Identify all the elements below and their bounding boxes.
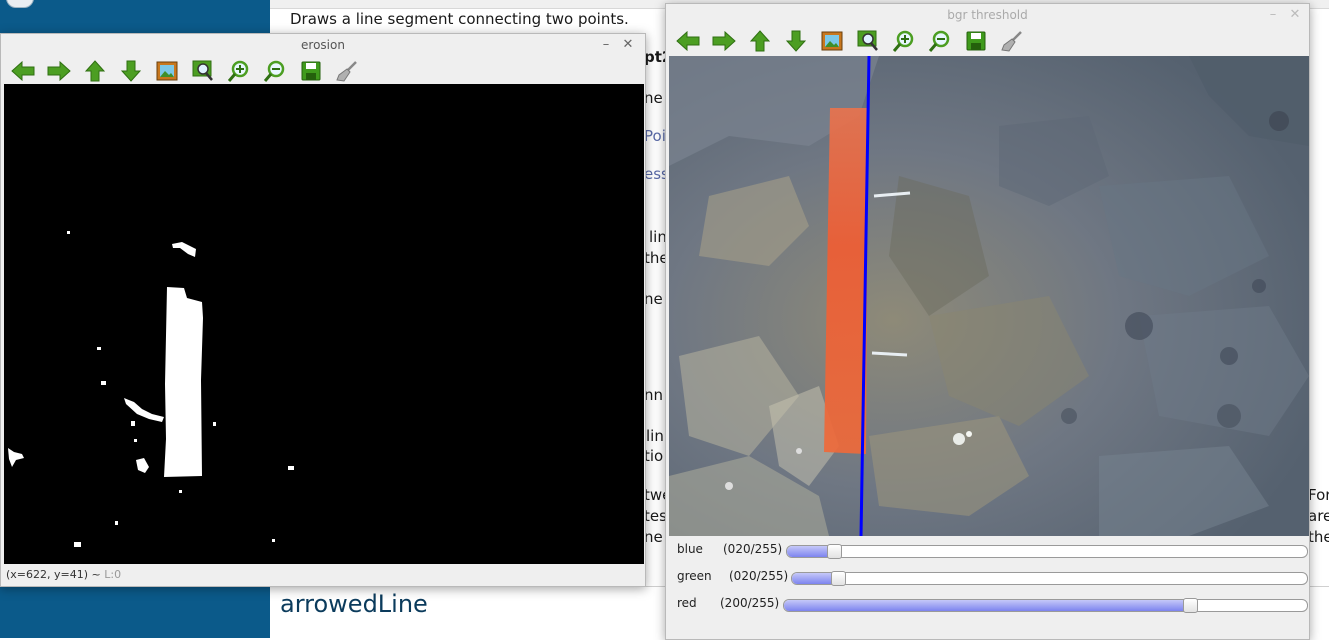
trackbar-slider[interactable]: [783, 598, 1308, 613]
floppy-disk-icon: [966, 31, 986, 51]
trackbar-label: red: [677, 596, 697, 610]
trackbar-slider[interactable]: [791, 571, 1308, 586]
arrow-down-icon: [121, 60, 141, 82]
pan-left-button[interactable]: [9, 58, 37, 84]
zoom-out-icon: [929, 30, 950, 52]
trackbar-red: red (200/255): [666, 592, 1308, 618]
pan-up-button[interactable]: [81, 58, 109, 84]
zoom-in-button[interactable]: [225, 58, 253, 84]
trackbar-blue: blue (020/255): [666, 538, 1308, 564]
erosion-mask: [4, 84, 644, 564]
trackbar-value: (200/255): [720, 596, 780, 610]
arrow-down-icon: [786, 30, 806, 52]
pan-right-button[interactable]: [710, 28, 738, 54]
erosion-toolbar: [1, 56, 645, 86]
section-heading: arrowedLine: [280, 590, 428, 618]
window-title: bgr threshold: [947, 8, 1028, 22]
trackbar-handle[interactable]: [831, 571, 846, 586]
save-button[interactable]: [297, 58, 325, 84]
trackbar-label: blue: [677, 542, 703, 556]
brush-icon: [336, 61, 357, 82]
zoom-out-button[interactable]: [261, 58, 289, 84]
doc-fragment: tes: [644, 507, 667, 525]
arrow-right-icon: [712, 31, 736, 51]
close-button[interactable]: ✕: [1288, 4, 1302, 26]
pan-down-button[interactable]: [117, 58, 145, 84]
trackbar-label: green: [677, 569, 712, 583]
status-bar: (x=622, y=41) ~ L:0: [6, 568, 121, 581]
pan-up-button[interactable]: [746, 28, 774, 54]
properties-button[interactable]: [998, 28, 1026, 54]
erosion-title-bar[interactable]: erosion – ✕: [1, 34, 645, 56]
doc-fragment: lin: [646, 427, 664, 445]
magnifier-image-icon: [192, 60, 213, 81]
doc-fragment: ne: [644, 290, 663, 308]
doc-link-fragment[interactable]: Poi: [644, 127, 666, 145]
arrow-up-icon: [750, 30, 770, 52]
pan-down-button[interactable]: [782, 28, 810, 54]
zoom-original-button[interactable]: [854, 28, 882, 54]
trackbar-value: (020/255): [729, 569, 789, 583]
doc-fragment: ne: [644, 89, 663, 107]
erosion-window: erosion – ✕ (x=622, y=41) ~ L:0: [0, 33, 646, 587]
doc-fragment: For: [1308, 486, 1329, 504]
magnifier-image-icon: [857, 30, 878, 51]
zoom-out-button[interactable]: [926, 28, 954, 54]
trackbar-slider[interactable]: [786, 544, 1308, 559]
trackbar-handle[interactable]: [827, 544, 842, 559]
zoom-in-icon: [893, 30, 914, 52]
zoom-out-icon: [264, 60, 285, 82]
close-button[interactable]: ✕: [621, 34, 635, 56]
minimize-button[interactable]: –: [1266, 4, 1280, 26]
doc-description: Draws a line segment connecting two poin…: [290, 10, 629, 28]
doc-fragment: nn: [644, 386, 664, 404]
image-icon: [156, 61, 178, 81]
doc-fragment: ne: [644, 528, 663, 546]
bgr-toolbar: [666, 26, 1309, 56]
floppy-disk-icon: [301, 61, 321, 81]
image-icon: [821, 31, 843, 51]
doc-fragment: are: [1308, 507, 1329, 525]
seabed-photo: [669, 56, 1309, 536]
trackbar-fill: [784, 600, 1190, 611]
pixel-level: L:0: [104, 568, 122, 581]
cursor-position: (x=622, y=41) ~: [6, 568, 101, 581]
arrow-left-icon: [676, 31, 700, 51]
pan-left-button[interactable]: [674, 28, 702, 54]
zoom-fit-button[interactable]: [818, 28, 846, 54]
trackbar-handle[interactable]: [1183, 598, 1198, 613]
arrow-right-icon: [47, 61, 71, 81]
bgr-threshold-window: bgr threshold – ✕ blue (020/255) green (…: [665, 3, 1310, 640]
brush-icon: [1001, 31, 1022, 52]
zoom-in-icon: [228, 60, 249, 82]
sidebar-toggle[interactable]: [6, 0, 34, 8]
doc-fragment: the: [1308, 528, 1329, 546]
trackbar-value: (020/255): [723, 542, 783, 556]
pan-right-button[interactable]: [45, 58, 73, 84]
window-title: erosion: [301, 38, 345, 52]
trackbar-green: green (020/255): [666, 565, 1308, 591]
doc-fragment: tio: [644, 447, 664, 465]
zoom-original-button[interactable]: [189, 58, 217, 84]
arrow-left-icon: [11, 61, 35, 81]
zoom-fit-button[interactable]: [153, 58, 181, 84]
bgr-image[interactable]: [669, 56, 1309, 536]
minimize-button[interactable]: –: [599, 34, 613, 56]
bgr-title-bar[interactable]: bgr threshold – ✕: [666, 4, 1309, 26]
zoom-in-button[interactable]: [890, 28, 918, 54]
properties-button[interactable]: [333, 58, 361, 84]
erosion-image[interactable]: [4, 84, 644, 564]
arrow-up-icon: [85, 60, 105, 82]
save-button[interactable]: [962, 28, 990, 54]
